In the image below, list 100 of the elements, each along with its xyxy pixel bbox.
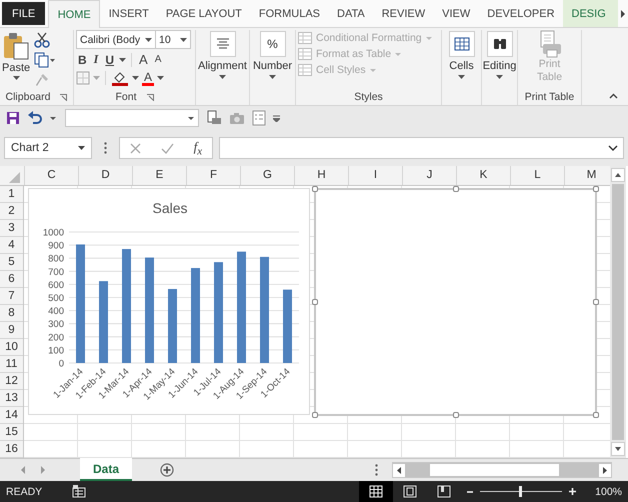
ribbon-tab[interactable]: DEVELOPER [478, 0, 564, 27]
alignment-button[interactable]: Alignment [198, 30, 247, 79]
row-header[interactable]: 7 [0, 288, 23, 305]
dialog-launcher-icon[interactable] [60, 94, 68, 100]
ribbon-tab[interactable]: FILE [2, 2, 46, 25]
ribbon-tab[interactable]: REVIEW [373, 0, 434, 27]
caret-icon [219, 75, 226, 79]
row-header[interactable]: 15 [0, 424, 23, 441]
row-header[interactable]: 1 [0, 186, 23, 203]
add-sheet-icon[interactable] [160, 463, 174, 477]
checkmark-icon[interactable] [160, 142, 174, 154]
row-header[interactable]: 5 [0, 254, 23, 271]
zoom-in-icon[interactable] [568, 487, 578, 496]
status-text: READY [6, 486, 42, 498]
column-header[interactable]: H [294, 166, 348, 185]
row-header[interactable]: 8 [0, 305, 23, 322]
fill-color-icon[interactable] [111, 70, 129, 86]
toolbar-dropdown-field[interactable] [65, 109, 199, 127]
insert-function-button[interactable]: f$_{x}$ [194, 138, 202, 158]
row-header[interactable]: 2 [0, 203, 23, 220]
axis-tick-label: 1000 [42, 228, 64, 238]
scroll-right-icon[interactable] [599, 464, 611, 476]
ribbon-tab[interactable]: VIEW [434, 0, 479, 27]
caret-icon[interactable] [132, 76, 139, 80]
row-header[interactable]: 9 [0, 322, 23, 339]
zoom-level-text[interactable]: 100% [595, 486, 622, 498]
column-header[interactable]: L [510, 166, 564, 185]
number-button[interactable]: % Number [252, 30, 293, 79]
caret-icon [269, 75, 276, 79]
column-header[interactable]: E [132, 166, 186, 185]
row-header[interactable]: 4 [0, 237, 23, 254]
scroll-down-icon[interactable] [611, 442, 625, 456]
dialog-launcher-icon[interactable] [146, 94, 154, 100]
font-color-button[interactable]: A [142, 70, 154, 86]
column-header[interactable]: G [240, 166, 294, 185]
row-header[interactable]: 10 [0, 339, 23, 356]
shrink-font-button[interactable]: A [152, 54, 164, 65]
ribbon-tab[interactable]: HOME [48, 0, 100, 28]
column-header[interactable]: D [78, 166, 132, 185]
form-icon[interactable] [252, 110, 266, 126]
column-header[interactable]: K [456, 166, 510, 185]
ribbon-tab[interactable]: DESIG [563, 0, 618, 27]
collapse-ribbon-icon[interactable] [609, 93, 618, 99]
row-header[interactable]: 13 [0, 390, 23, 407]
row-header[interactable]: 14 [0, 407, 23, 424]
axis-tick-label: 200 [48, 332, 64, 344]
group-label: Font [115, 91, 136, 103]
scroll-left-icon[interactable] [393, 464, 405, 476]
group-label: Clipboard [6, 91, 50, 103]
scroll-up-icon[interactable] [611, 168, 625, 182]
scroll-right-icon[interactable] [620, 10, 626, 18]
horizontal-scrollbar[interactable] [392, 462, 612, 478]
font-size-dropdown[interactable]: 10 [155, 30, 191, 49]
cells-button[interactable]: Cells [444, 30, 479, 79]
caret-icon[interactable] [157, 76, 164, 80]
column-header[interactable]: J [402, 166, 456, 185]
undo-icon[interactable] [27, 111, 43, 125]
copy-icon[interactable] [34, 52, 56, 68]
editing-button[interactable]: Editing [484, 30, 515, 79]
more-icon[interactable] [104, 142, 107, 154]
macro-record-icon[interactable] [72, 485, 86, 498]
row-header[interactable]: 12 [0, 373, 23, 390]
caret-icon[interactable] [119, 58, 126, 62]
cells-icon [448, 31, 474, 57]
axis-tick-label: 500 [48, 293, 64, 304]
page-break-icon [437, 485, 452, 498]
ribbon-tab[interactable]: INSERT [100, 0, 158, 27]
table-style-icon [298, 48, 312, 60]
zoom-slider[interactable] [480, 486, 562, 497]
column-header[interactable]: C [24, 166, 78, 185]
formula-input-field[interactable] [219, 137, 624, 159]
group-label: Styles [354, 91, 383, 103]
column-header[interactable]: F [186, 166, 240, 185]
row-header[interactable]: 3 [0, 220, 23, 237]
row-header[interactable]: 6 [0, 271, 23, 288]
ribbon-tab[interactable]: PAGE LAYOUT [157, 0, 250, 27]
save-icon[interactable] [6, 111, 20, 125]
sheet-tab[interactable]: Data [80, 458, 132, 481]
vertical-scrollbar[interactable] [610, 166, 626, 458]
customize-toolbar-icon[interactable] [273, 114, 280, 122]
paste-button[interactable]: Paste [2, 30, 30, 89]
ribbon-tab[interactable]: DATA [328, 0, 374, 27]
underline-button[interactable]: U [103, 52, 116, 66]
grow-font-button[interactable]: A [137, 52, 150, 67]
scissors-icon[interactable] [34, 32, 50, 48]
bold-button[interactable]: B [76, 52, 89, 66]
font-name-dropdown[interactable]: Calibri (Body [76, 30, 156, 49]
row-header[interactable]: 11 [0, 356, 23, 373]
axis-tick-label: 600 [48, 280, 64, 291]
document-print-icon[interactable] [206, 110, 222, 126]
italic-button[interactable]: I [92, 52, 100, 67]
name-box[interactable]: Chart 2 [4, 137, 92, 159]
axis-tick-label: 0 [58, 358, 64, 370]
view-grid-button[interactable] [359, 481, 394, 502]
zoom-slider-thumb[interactable] [518, 486, 522, 497]
more-icon[interactable] [375, 464, 378, 476]
column-header[interactable]: I [348, 166, 402, 185]
ribbon-tab[interactable]: FORMULAS [250, 0, 329, 27]
caret-icon[interactable] [50, 116, 56, 120]
axis-tick-label: 900 [48, 240, 64, 252]
